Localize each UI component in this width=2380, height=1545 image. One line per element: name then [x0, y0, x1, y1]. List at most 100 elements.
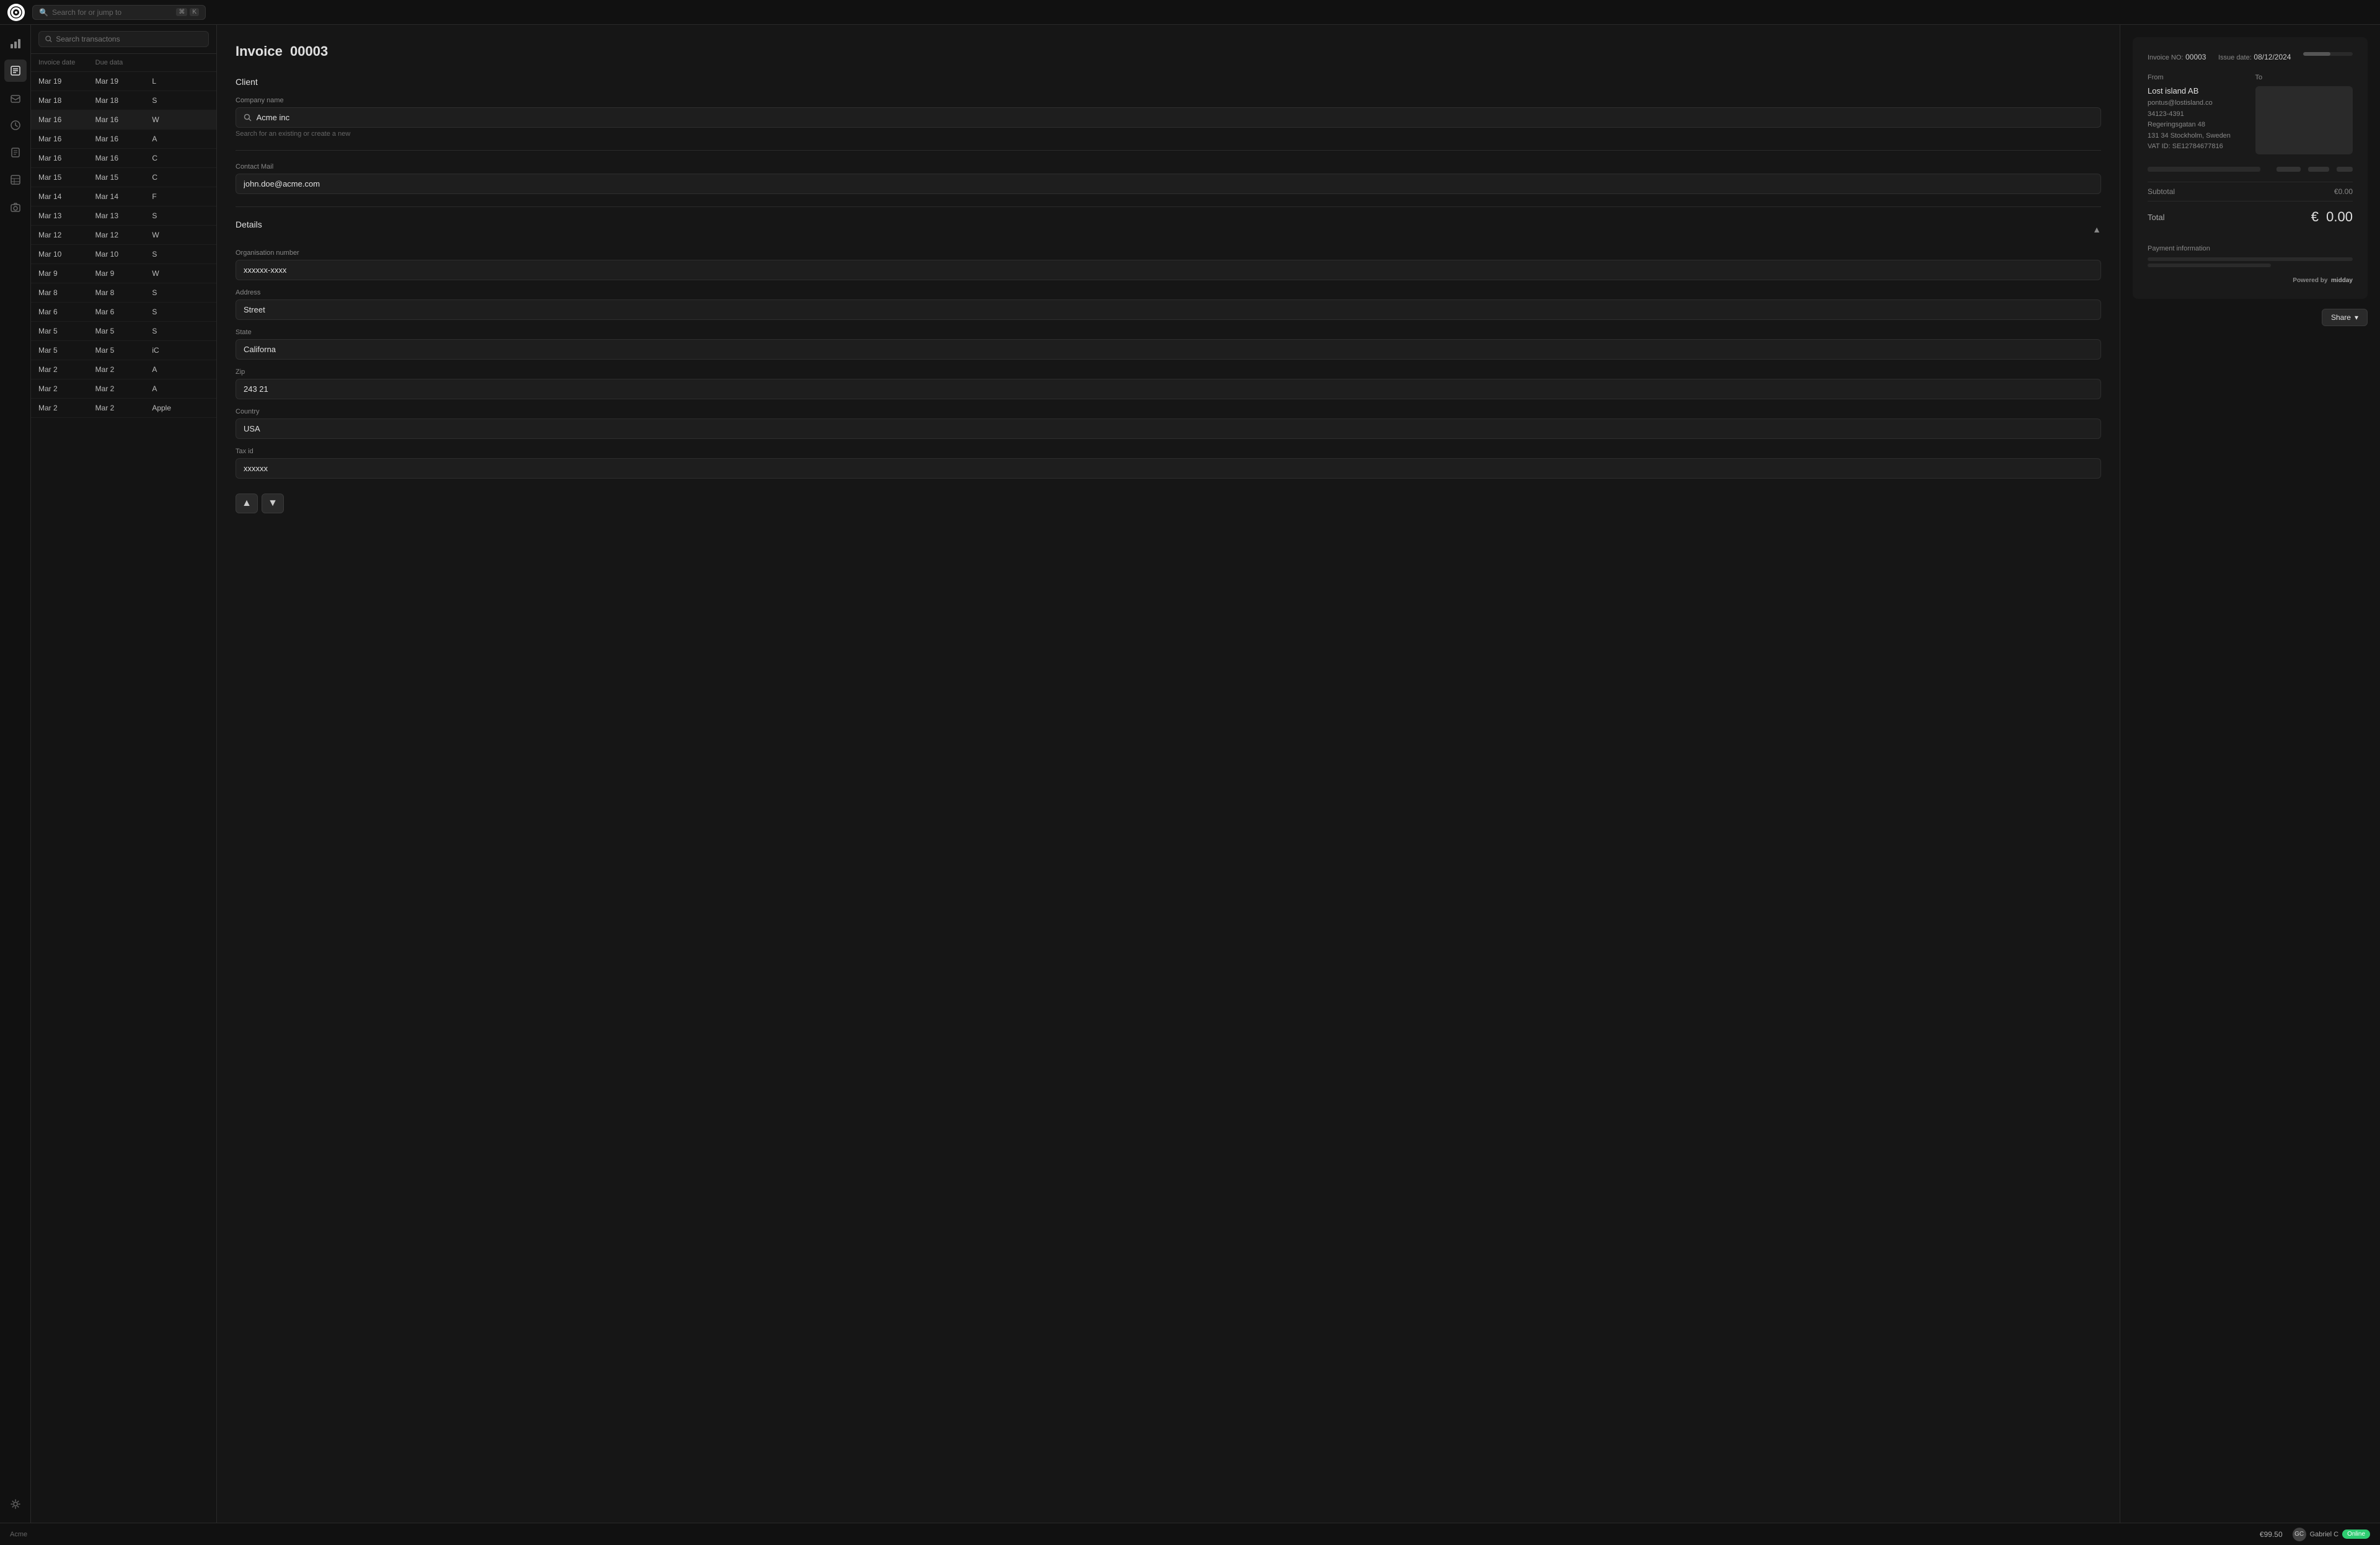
share-button-area: Share ▾ — [2133, 309, 2368, 326]
country-input[interactable] — [236, 418, 2101, 439]
row-due: Mar 10 — [95, 250, 152, 259]
table-row[interactable]: Mar 2 Mar 2 A — [31, 360, 216, 379]
table-row[interactable]: Mar 9 Mar 9 W — [31, 264, 216, 283]
details-section-header: Details ▲ — [236, 219, 2101, 239]
sidebar-item-charts[interactable] — [4, 32, 27, 55]
row-date: Mar 14 — [38, 192, 95, 201]
zip-input[interactable] — [236, 379, 2101, 399]
nav-up-button[interactable]: ▲ — [236, 494, 258, 513]
row-date: Mar 2 — [38, 404, 95, 412]
row-extra: W — [152, 269, 209, 278]
company-name-input-wrapper[interactable] — [236, 107, 2101, 128]
address-field: Address — [236, 289, 2101, 320]
state-input[interactable] — [236, 339, 2101, 360]
table-row[interactable]: Mar 15 Mar 15 C — [31, 168, 216, 187]
share-button[interactable]: Share ▾ — [2322, 309, 2368, 326]
org-number-label: Organisation number — [236, 249, 2101, 257]
zip-field: Zip — [236, 368, 2101, 399]
row-due: Mar 2 — [95, 384, 152, 393]
row-extra: L — [152, 77, 209, 86]
country-label: Country — [236, 408, 2101, 415]
status-progress-bar — [2303, 52, 2353, 56]
share-chevron-icon: ▾ — [2355, 313, 2358, 322]
company-name-input[interactable] — [254, 108, 2093, 127]
contact-mail-input[interactable] — [236, 174, 2101, 194]
sidebar-item-table[interactable] — [4, 169, 27, 191]
sidebar-item-camera[interactable] — [4, 196, 27, 218]
table-row[interactable]: Mar 8 Mar 8 S — [31, 283, 216, 303]
preview-issue-date: Issue date: 08/12/2024 — [2218, 52, 2291, 61]
table-row[interactable]: Mar 16 Mar 16 W — [31, 110, 216, 130]
sidebar-item-invoices[interactable] — [4, 60, 27, 82]
row-extra: C — [152, 173, 209, 182]
powered-by: Powered by midday — [2148, 277, 2353, 284]
row-extra: A — [152, 135, 209, 143]
workspace-name: Acme — [10, 1531, 27, 1538]
row-extra: C — [152, 154, 209, 162]
table-row[interactable]: Mar 5 Mar 5 iC — [31, 341, 216, 360]
row-date: Mar 5 — [38, 327, 95, 335]
table-header: Invoice date Due data — [31, 54, 216, 72]
table-row[interactable]: Mar 10 Mar 10 S — [31, 245, 216, 264]
sidebar-item-settings[interactable] — [4, 1493, 27, 1515]
form-nav-buttons: ▲ ▼ — [236, 494, 2101, 513]
details-label: Details — [236, 219, 262, 229]
sidebar — [0, 25, 31, 1523]
row-date: Mar 2 — [38, 384, 95, 393]
row-extra: S — [152, 288, 209, 297]
sidebar-item-inbox[interactable] — [4, 87, 27, 109]
transactions-table: Invoice date Due data Mar 19 Mar 19 L Ma… — [31, 54, 216, 1523]
row-date: Mar 12 — [38, 231, 95, 239]
preview-header: Invoice NO: 00003 Issue date: 08/12/2024 — [2148, 52, 2353, 61]
row-extra: S — [152, 327, 209, 335]
table-row[interactable]: Mar 19 Mar 19 L — [31, 72, 216, 91]
sidebar-item-clock[interactable] — [4, 114, 27, 136]
preview-invoice-no: Invoice NO: 00003 — [2148, 52, 2206, 61]
avatar: GC — [2293, 1528, 2306, 1541]
org-number-input[interactable] — [236, 260, 2101, 280]
row-date: Mar 19 — [38, 77, 95, 86]
from-to-section: From Lost island AB pontus@lostisland.co… — [2148, 74, 2353, 154]
tax-id-input[interactable] — [236, 458, 2101, 479]
search-icon-small — [244, 113, 252, 122]
app-logo — [7, 4, 25, 21]
row-date: Mar 10 — [38, 250, 95, 259]
table-row[interactable]: Mar 12 Mar 12 W — [31, 226, 216, 245]
row-extra: S — [152, 250, 209, 259]
table-row[interactable]: Mar 6 Mar 6 S — [31, 303, 216, 322]
row-due: Mar 13 — [95, 211, 152, 220]
row-due: Mar 5 — [95, 327, 152, 335]
row-extra: S — [152, 308, 209, 316]
transaction-search[interactable] — [38, 31, 209, 47]
table-row[interactable]: Mar 13 Mar 13 S — [31, 206, 216, 226]
transaction-search-input[interactable] — [56, 35, 202, 43]
nav-down-button[interactable]: ▼ — [262, 494, 284, 513]
tax-id-field: Tax id — [236, 448, 2101, 479]
row-due: Mar 14 — [95, 192, 152, 201]
chevron-up-icon[interactable]: ▲ — [2092, 224, 2101, 234]
global-search[interactable]: 🔍 Search for or jump to ⌘ K — [32, 5, 206, 20]
row-extra: S — [152, 211, 209, 220]
line-items-placeholder — [2148, 167, 2353, 172]
contact-mail-field: Contact Mail — [236, 163, 2101, 194]
table-row[interactable]: Mar 16 Mar 16 C — [31, 149, 216, 168]
row-extra: W — [152, 115, 209, 124]
company-name-label: Company name — [236, 97, 2101, 104]
row-due: Mar 12 — [95, 231, 152, 239]
k-key: K — [190, 8, 199, 16]
payment-info-label: Payment information — [2148, 245, 2353, 252]
table-row[interactable]: Mar 5 Mar 5 S — [31, 322, 216, 341]
line-placeholder-1 — [2148, 167, 2260, 172]
table-row[interactable]: Mar 2 Mar 2 Apple — [31, 399, 216, 418]
country-field: Country — [236, 408, 2101, 439]
sidebar-item-documents[interactable] — [4, 141, 27, 164]
company-name-field: Company name Search for an existing or c… — [236, 97, 2101, 138]
table-row[interactable]: Mar 16 Mar 16 A — [31, 130, 216, 149]
table-row[interactable]: Mar 2 Mar 2 A — [31, 379, 216, 399]
row-date: Mar 2 — [38, 365, 95, 374]
table-row[interactable]: Mar 14 Mar 14 F — [31, 187, 216, 206]
table-row[interactable]: Mar 18 Mar 18 S — [31, 91, 216, 110]
row-due: Mar 16 — [95, 115, 152, 124]
address-input[interactable] — [236, 299, 2101, 320]
row-extra: F — [152, 192, 209, 201]
